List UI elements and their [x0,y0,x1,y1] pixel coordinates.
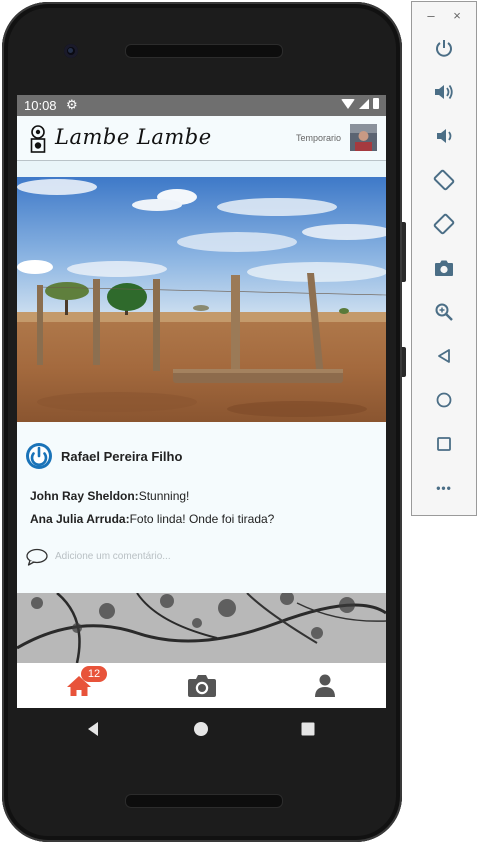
post-author-name[interactable]: Rafael Pereira Filho [61,449,182,464]
bottom-tab-bar: 12 [17,663,386,708]
emulator-toolbar: – × ••• [411,1,477,516]
rotate-left-button[interactable] [432,168,456,192]
power-button[interactable] [432,36,456,60]
author-avatar-icon [26,443,52,469]
current-user-name: Temporario [295,133,341,143]
comment: John Ray Sheldon:Stunning! [30,489,189,503]
wifi-icon [341,98,355,109]
app-title: Lambe Lambe [55,125,212,149]
zoom-button[interactable] [432,300,456,324]
feed[interactable]: Rafael Pereira Filho John Ray Sheldon:St… [17,177,386,663]
comment-text: Stunning! [138,489,190,503]
volume-up-button[interactable] [432,80,456,104]
comment: Ana Julia Arruda:Foto linda! Onde foi ti… [30,512,274,526]
home-circle-icon[interactable] [192,720,210,738]
comment-author[interactable]: Ana Julia Arruda: [30,512,130,526]
next-post-photo [17,593,386,663]
power-key[interactable] [402,347,406,377]
close-button[interactable]: × [450,8,464,23]
back-icon[interactable] [85,720,103,738]
android-nav-bar [17,708,386,750]
user-icon [314,674,335,697]
device-screen: 10:08 ⚙ Lambe Lambe Temporario Rafael Pe… [17,95,386,708]
minimize-button[interactable]: – [424,8,438,23]
home-icon [436,392,452,408]
settings-gear-icon: ⚙ [66,97,78,112]
rotate-left-icon [433,169,455,191]
recents-icon[interactable] [299,720,317,738]
screenshot-icon [435,260,453,276]
volume-down-icon [437,129,452,143]
status-time: 10:08 [24,98,57,113]
front-camera [64,44,78,58]
emulator-overview-button[interactable] [432,432,456,456]
rotate-right-button[interactable] [432,212,456,236]
emulator-back-button[interactable] [432,344,456,368]
zoom-icon [435,303,453,321]
app-header: Lambe Lambe Temporario [17,116,386,161]
add-comment-input[interactable] [55,547,355,565]
post-card: Rafael Pereira Filho John Ray Sheldon:St… [17,422,386,593]
more-icon: ••• [436,481,452,495]
notification-badge: 12 [81,666,107,682]
earpiece-speaker [125,44,283,58]
status-bar: 10:08 ⚙ [17,95,386,116]
emulator-home-button[interactable] [432,388,456,412]
tab-camera[interactable] [140,663,263,708]
camera-icon [187,674,216,697]
back-icon [438,349,450,363]
signal-icon [359,98,369,109]
more-button[interactable]: ••• [432,476,456,500]
camera-logo-icon [30,125,46,153]
user-avatar[interactable] [350,124,377,151]
bottom-speaker [125,794,283,808]
comment-author[interactable]: John Ray Sheldon: [30,489,139,503]
tab-profile[interactable] [263,663,386,708]
screenshot-button[interactable] [432,256,456,280]
volume-rocker[interactable] [402,222,406,282]
tab-home[interactable]: 12 [17,663,140,708]
power-icon [436,40,452,57]
battery-icon [373,98,379,109]
rotate-right-icon [433,213,455,235]
post-photo [17,177,386,422]
comment-text: Foto linda! Onde foi tirada? [129,512,275,526]
volume-up-icon [435,84,453,100]
volume-down-button[interactable] [432,124,456,148]
overview-icon [437,437,451,451]
comment-bubble-icon[interactable] [26,548,48,566]
